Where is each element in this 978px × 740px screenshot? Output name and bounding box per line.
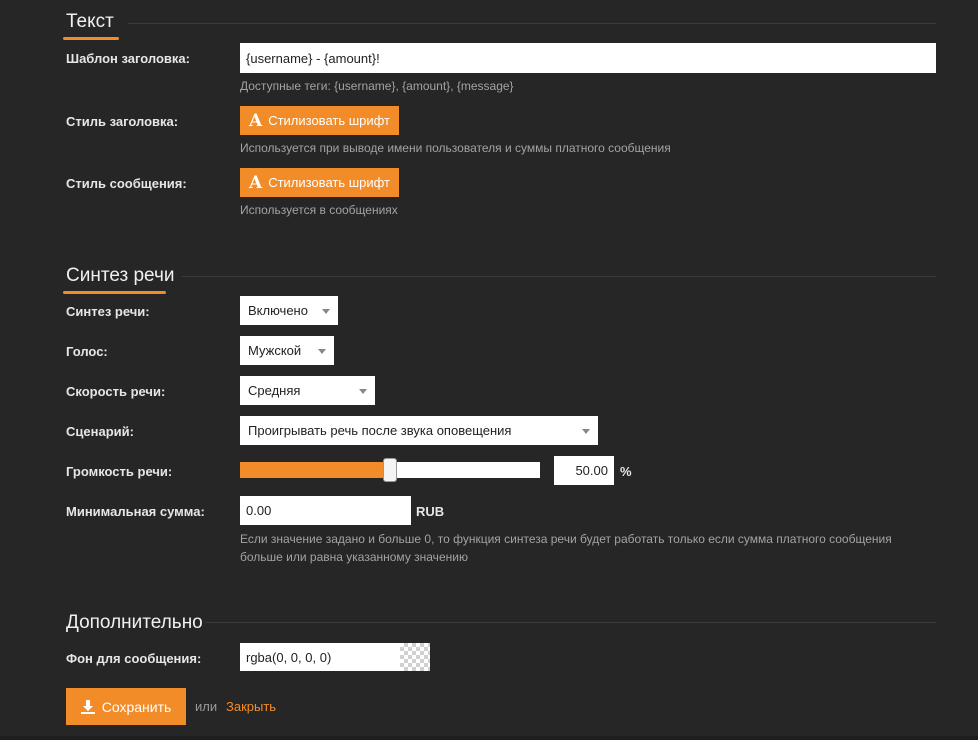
bottom-border [0, 736, 978, 740]
title-template-label: Шаблон заголовка: [66, 51, 190, 66]
section-underline [63, 37, 119, 40]
font-icon: A [248, 110, 263, 131]
close-link[interactable]: Закрыть [226, 699, 276, 714]
message-style-label: Стиль сообщения: [66, 176, 187, 191]
chevron-down-icon [582, 428, 590, 434]
message-style-hint: Используется в сообщениях [240, 203, 398, 217]
title-template-input[interactable] [240, 43, 936, 73]
section-title-speech: Синтез речи [63, 265, 174, 294]
save-button[interactable]: Сохранить [66, 688, 186, 725]
volume-slider-fill [240, 462, 390, 478]
volume-label: Громкость речи: [66, 464, 173, 479]
rate-select[interactable]: Средняя [240, 376, 375, 405]
volume-input[interactable] [554, 456, 614, 485]
voice-label: Голос: [66, 344, 108, 359]
title-style-label: Стиль заголовка: [66, 114, 179, 129]
bg-label: Фон для сообщения: [66, 651, 202, 666]
volume-slider[interactable] [240, 458, 540, 482]
voice-select[interactable]: Мужской [240, 336, 334, 365]
section-divider [205, 622, 936, 623]
min-amount-label: Минимальная сумма: [66, 504, 205, 519]
title-template-hint: Доступные теги: {username}, {amount}, {m… [240, 79, 514, 93]
tts-label: Синтез речи: [66, 304, 150, 319]
section-title-text: Текст [63, 11, 119, 40]
chevron-down-icon [322, 308, 330, 314]
min-amount-input[interactable] [240, 496, 411, 525]
or-text: или [195, 699, 218, 714]
download-icon [80, 699, 95, 714]
font-icon: A [248, 172, 263, 193]
tts-select[interactable]: Включено [240, 296, 338, 325]
bg-color-input[interactable] [240, 643, 400, 671]
section-divider [128, 23, 936, 24]
section-title-extra: Дополнительно [66, 612, 203, 633]
section-divider [182, 276, 936, 277]
message-style-button[interactable]: A Стилизовать шрифт [240, 168, 399, 197]
chevron-down-icon [359, 388, 367, 394]
rate-label: Скорость речи: [66, 384, 166, 399]
color-swatch[interactable] [400, 643, 430, 671]
volume-slider-handle[interactable] [383, 458, 397, 482]
section-underline [63, 291, 166, 294]
min-amount-hint: Если значение задано и больше 0, то функ… [240, 532, 892, 564]
title-style-button[interactable]: A Стилизовать шрифт [240, 106, 399, 135]
title-style-hint: Используется при выводе имени пользовате… [240, 141, 671, 155]
chevron-down-icon [318, 348, 326, 354]
scenario-select[interactable]: Проигрывать речь после звука оповещения [240, 416, 598, 445]
volume-unit: % [620, 464, 632, 479]
scenario-label: Сценарий: [66, 424, 134, 439]
currency-label: RUB [416, 504, 445, 519]
